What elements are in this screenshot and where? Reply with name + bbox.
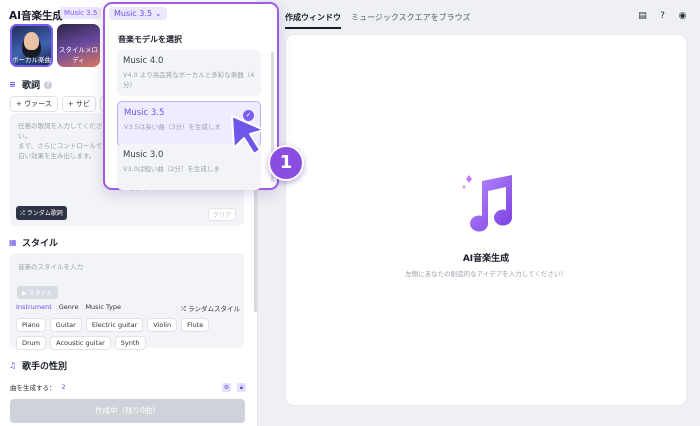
app-title: AI音楽生成 <box>9 10 64 22</box>
discord-icon[interactable]: ◉ <box>677 11 688 22</box>
thumbnail-caption: スタイルメロディ <box>59 46 98 64</box>
right-panel: 作成ウィンドウ ミュージックスクエアをブラウズ ▤ ? ◉ AI音楽生成 左側に… <box>276 0 700 426</box>
tag-electric-guitar[interactable]: Electric guitar <box>85 318 144 332</box>
tag-flute[interactable]: Flute <box>181 318 210 332</box>
calendar-icon[interactable]: ▤ <box>637 11 648 22</box>
random-lyrics-button[interactable]: ⤮ ランダム歌詞 <box>16 206 67 220</box>
empty-state-subtitle: 左側にあなたの創造的なアイデアを入力してください！ <box>405 270 567 278</box>
model-dropdown-trigger[interactable]: Music 3.5 ⌄ <box>109 7 167 20</box>
sparkle-icon <box>466 175 472 183</box>
chip-chorus[interactable]: + サビ <box>61 96 96 112</box>
tab-instrument[interactable]: Instrument <box>16 303 52 314</box>
lyrics-placeholder: 任意の歌詞を入力してください。 まで、さらにコントロールでき 白い効果を生み出し… <box>18 122 109 160</box>
model-dropdown-title: 音楽モデルを選択 <box>118 35 182 44</box>
step-number-badge: 1 <box>268 145 304 181</box>
style-placeholder: 音楽のスタイルを入力 <box>18 263 83 271</box>
option-name: Music 4.0 <box>123 56 164 66</box>
empty-state-title: AI音楽生成 <box>462 254 510 264</box>
cursor-pointer-icon <box>231 115 265 155</box>
tag-guitar[interactable]: Guitar <box>49 318 82 332</box>
model-option-4-0[interactable]: Music 4.0 V4.0 より高品質なボーカルと多彩な楽器（4分） <box>117 50 261 96</box>
generate-label: 曲を生成する： <box>10 384 56 392</box>
model-dropdown: Music 3.5 ⌄ 音楽モデルを選択 Music 4.0 V4.0 より高品… <box>103 2 279 190</box>
thumbnail-style-melody[interactable]: スタイルメロディ <box>57 24 100 67</box>
settings-icon[interactable]: ⚙ <box>222 382 231 392</box>
singer-section-title: ♫ 歌手の性別 <box>9 359 67 372</box>
tag-drum[interactable]: Drum <box>16 336 47 350</box>
help-icon[interactable]: ? <box>44 80 53 89</box>
music-note-icon <box>462 175 513 232</box>
tab-genre[interactable]: Genre <box>59 303 79 314</box>
style-button[interactable]: ▶ スタイル <box>17 286 58 299</box>
tag-piano[interactable]: Piano <box>16 318 46 332</box>
option-desc: V3.0は短い曲（2分）を生成しま <box>123 165 220 173</box>
chip-verse[interactable]: + ヴァース <box>10 96 58 112</box>
tag-synth[interactable]: Synth <box>114 336 146 350</box>
singer-title: 歌手の性別 <box>22 362 68 372</box>
tab-music-type[interactable]: Music Type <box>85 303 121 314</box>
style-section-title: ▦ スタイル <box>9 236 58 249</box>
thumbnail-caption: ボーカル楽曲 <box>12 56 51 64</box>
generate-count: 2 <box>61 383 66 391</box>
mode-thumbnails: ボーカル楽曲 スタイルメロディ <box>10 24 114 67</box>
tag-violin[interactable]: Violin <box>147 318 178 332</box>
style-title: スタイル <box>22 239 59 249</box>
question-icon[interactable]: ? <box>657 11 668 22</box>
tag-acoustic-guitar[interactable]: Acoustic guitar <box>50 336 111 350</box>
singer-icon: ♫ <box>9 360 17 370</box>
lock-icon[interactable]: 🔒︎ <box>237 382 246 392</box>
random-style-button[interactable]: ⤮ ランダムスタイル <box>181 303 240 314</box>
shuffle-icon: ⤮ <box>20 210 27 217</box>
top-icons: ▤ ? ◉ <box>637 11 688 22</box>
style-tags: Piano Guitar Electric guitar Violin Flut… <box>16 318 242 350</box>
style-input[interactable]: 音楽のスタイルを入力 ▶ スタイル Instrument Genre Music… <box>10 253 244 350</box>
thumbnail-vocal[interactable]: ボーカル楽曲 <box>10 24 53 67</box>
lyrics-icon: ≡ <box>9 79 16 89</box>
chevron-down-icon: ⌄ <box>155 9 162 18</box>
generate-count-row: 曲を生成する： 2 ⚙ 🔒︎ <box>10 382 246 392</box>
tab-create-window[interactable]: 作成ウィンドウ <box>285 12 341 29</box>
clear-button[interactable]: クリア <box>207 208 236 221</box>
create-button[interactable]: 作成中（残り0曲） <box>10 399 245 423</box>
creation-card: AI音楽生成 左側にあなたの創造的なアイデアを入力してください！ <box>285 34 687 406</box>
style-icon: ▦ <box>9 237 17 247</box>
style-tabs: Instrument Genre Music Type ⤮ ランダムスタイル <box>16 303 240 314</box>
lyrics-section-title: ≡ 歌詞 ? <box>9 78 53 91</box>
singer-image <box>24 32 39 50</box>
right-tabs: 作成ウィンドウ ミュージックスクエアをブラウズ <box>285 12 471 29</box>
lyrics-title: 歌詞 <box>22 81 41 91</box>
option-desc: V4.0 より高品質なボーカルと多彩な楽器（4分） <box>123 71 255 89</box>
version-badge[interactable]: Music 3.5 <box>60 7 102 19</box>
tab-browse-music-square[interactable]: ミュージックスクエアをブラウズ <box>351 12 471 29</box>
